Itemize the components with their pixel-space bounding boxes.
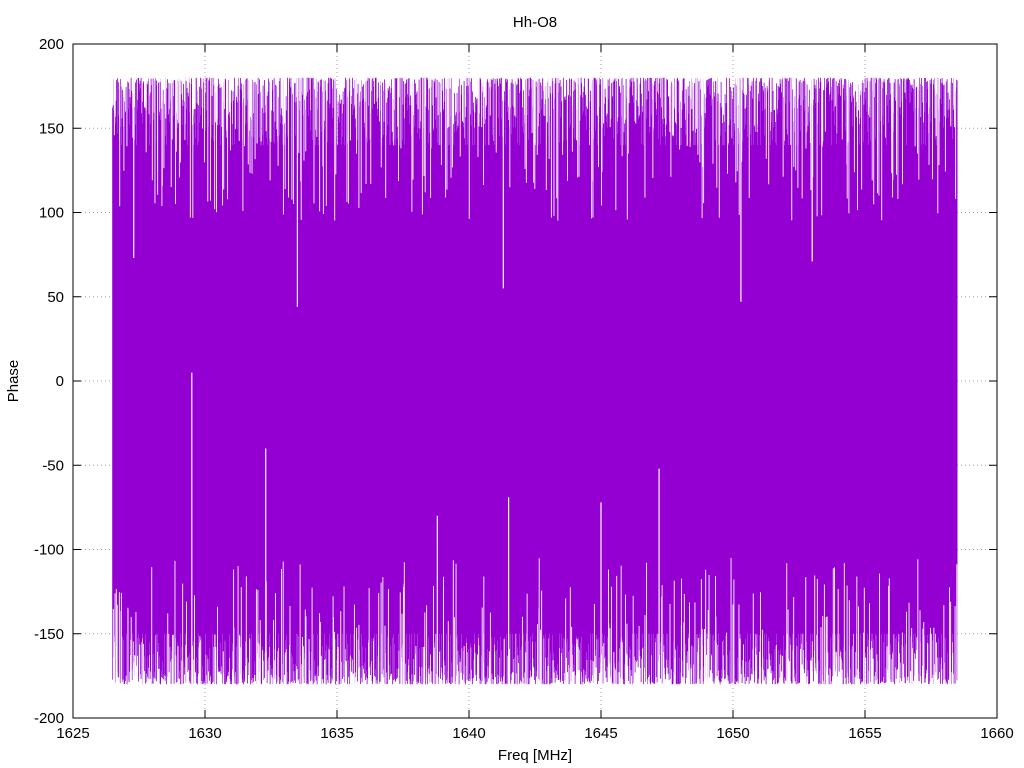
y-tick-label: -50 [42, 457, 64, 474]
y-tick-label: 150 [39, 120, 64, 137]
y-tick-label: -150 [34, 626, 64, 643]
x-tick-label: 1625 [56, 725, 89, 742]
x-tick-label: 1640 [452, 725, 485, 742]
x-tick-label: 1660 [980, 725, 1013, 742]
x-tick-label: 1630 [188, 725, 221, 742]
x-tick-label: 1655 [848, 725, 881, 742]
y-axis-label: Phase [5, 360, 22, 403]
x-tick-label: 1635 [320, 725, 353, 742]
phase-chart: 1625 1630 1635 1640 1645 1650 1655 1660 200 150 1… [0, 0, 1024, 768]
y-tick-label: 200 [39, 36, 64, 53]
x-axis-label: Freq [MHz] [498, 747, 572, 764]
y-tick-label: -100 [34, 542, 64, 559]
x-tick-label: 1650 [716, 725, 749, 742]
y-tick-label: 50 [47, 289, 64, 306]
y-tick-label: 100 [39, 205, 64, 222]
y-tick-label: -200 [34, 710, 64, 727]
x-tick-label: 1645 [584, 725, 617, 742]
data-series [112, 75, 958, 687]
y-tick-label: 0 [56, 373, 64, 390]
chart-title: Hh-O8 [513, 14, 557, 31]
